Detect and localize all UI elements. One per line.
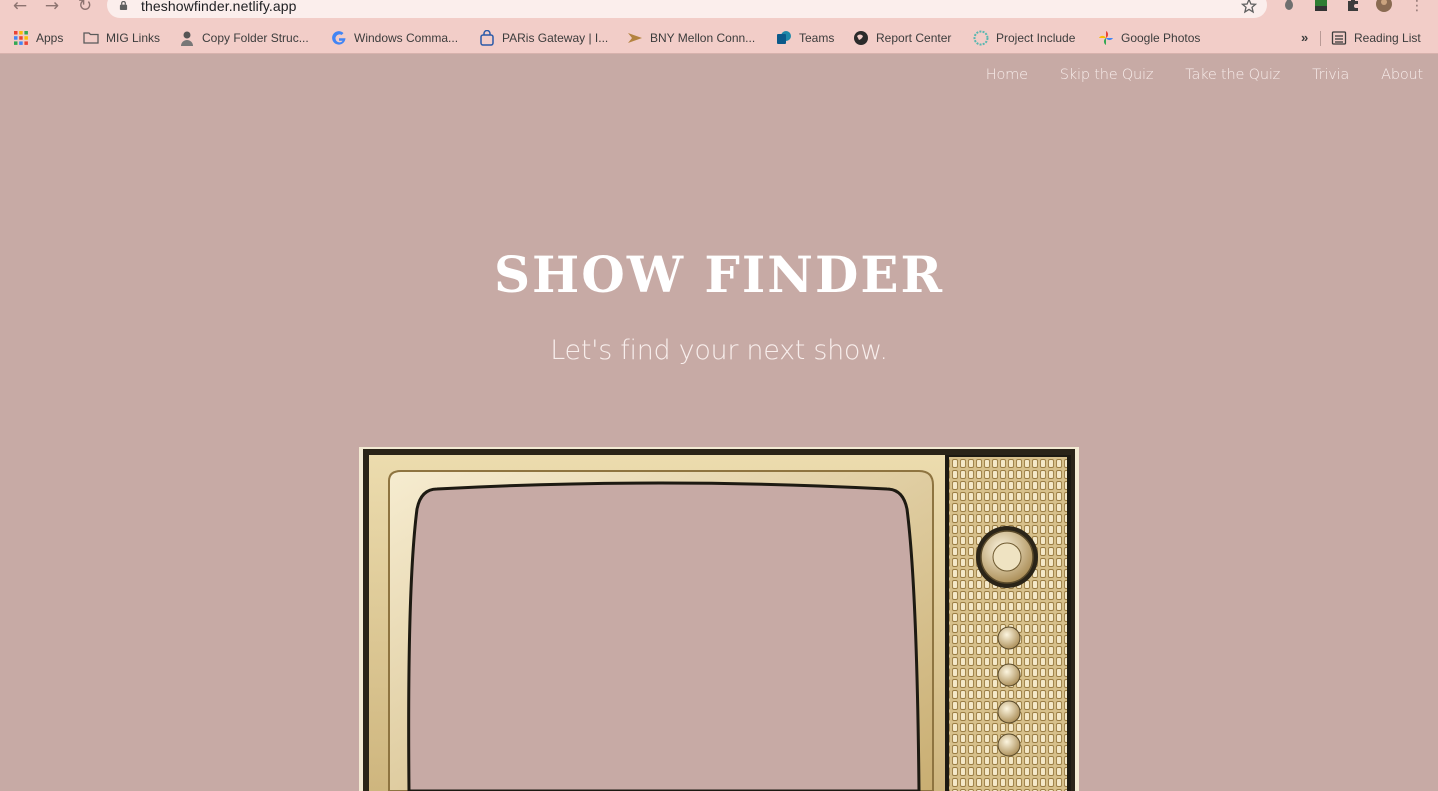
nav-take-quiz[interactable]: Take the Quiz [1185,67,1280,83]
folder-icon [83,32,99,44]
globe-icon [854,31,868,45]
bookmark-google-photos[interactable]: Google Photos [1098,26,1200,50]
bookmark-bny-mellon[interactable]: BNY Mellon Conn... [627,26,755,50]
sharepoint-icon [777,31,791,44]
html-extension-icon[interactable] [1313,0,1329,12]
bookmark-project-include[interactable]: Project Include [973,26,1075,50]
google-icon [332,31,346,45]
bookmark-label: MIG Links [106,31,161,45]
site-nav: Home Skip the Quiz Take the Quiz Trivia … [986,67,1423,83]
bookmark-label: BNY Mellon Conn... [650,31,756,45]
apps-grid-icon [14,31,28,45]
page: Home Skip the Quiz Take the Quiz Trivia … [0,55,1438,791]
nav-trivia[interactable]: Trivia [1312,67,1349,83]
profile-avatar-icon[interactable] [1376,0,1392,12]
lock-building-icon [480,30,494,46]
pinwheel-icon [1099,31,1113,45]
browser-chrome: ← → ↻ theshowfinder.netlify.app ⋮ Apps M… [0,0,1438,54]
nav-about[interactable]: About [1381,67,1423,83]
more-bookmarks-chevron[interactable]: » [1301,30,1308,45]
bookmark-paris-gateway[interactable]: PARis Gateway | I... [479,26,608,50]
nav-home[interactable]: Home [986,67,1028,83]
page-subtitle: Let's find your next show. [550,335,888,366]
bookmark-label: Windows Comma... [354,31,459,45]
bookmark-report-center[interactable]: Report Center [853,26,951,50]
nav-skip-quiz[interactable]: Skip the Quiz [1060,67,1154,83]
tv-image [359,447,1079,791]
bookmarks-divider [1320,31,1321,46]
bookmark-star-icon[interactable] [1241,0,1257,14]
bug-extension-icon[interactable] [1281,0,1297,12]
bookmark-label: Project Include [996,31,1076,45]
puzzle-extensions-icon[interactable] [1345,0,1361,12]
forward-arrow-icon[interactable]: → [42,0,62,16]
bookmark-label: Teams [799,31,835,45]
back-arrow-icon[interactable]: ← [10,0,30,16]
bookmark-label: PARis Gateway | I... [502,31,609,45]
bookmark-label: Google Photos [1121,31,1201,45]
bookmarks-bar: Apps MIG Links Copy Folder Struc... Wind… [0,26,1438,50]
flower-icon [973,30,989,46]
bookmark-copy-folder[interactable]: Copy Folder Struc... [179,26,309,50]
bookmark-label: Apps [36,31,64,45]
address-bar[interactable]: theshowfinder.netlify.app [107,0,1267,18]
arrow-logo-icon [628,33,642,43]
bookmark-mig-links[interactable]: MIG Links [83,26,160,50]
browser-toolbar: ← → ↻ theshowfinder.netlify.app ⋮ [0,0,1438,22]
browser-menu-icon[interactable]: ⋮ [1407,0,1427,16]
page-title: SHOW FINDER [493,245,945,304]
reload-icon[interactable]: ↻ [75,0,95,16]
bookmark-label: Report Center [876,31,952,45]
bookmark-label: Copy Folder Struc... [202,31,309,45]
avatar-icon [181,31,193,46]
bookmark-windows-commands[interactable]: Windows Comma... [331,26,458,50]
url-text: theshowfinder.netlify.app [141,0,297,14]
vintage-tv-illustration [363,449,1075,791]
lock-icon [119,1,128,10]
reading-list-label: Reading List [1354,31,1421,45]
bookmark-teams[interactable]: Teams [776,26,834,50]
reading-list-button[interactable]: Reading List [1331,26,1421,50]
reading-list-icon [1331,31,1347,45]
bookmark-apps[interactable]: Apps [13,26,63,50]
